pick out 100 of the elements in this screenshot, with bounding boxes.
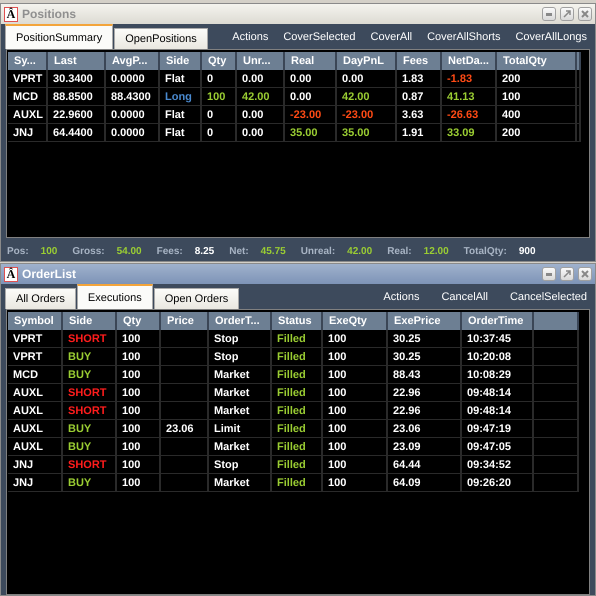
table-cell: Stop <box>208 456 271 474</box>
summary-label: Pos: <box>7 246 29 256</box>
table-cell: 100 <box>116 384 160 402</box>
column-header[interactable]: Side <box>62 312 116 330</box>
window-title: Positions <box>22 7 78 21</box>
table-cell: VPRT <box>8 348 62 366</box>
table-cell: 23.06 <box>160 420 208 438</box>
column-header[interactable]: Price <box>160 312 208 330</box>
column-header[interactable]: Sy... <box>8 52 47 70</box>
toolbar-button[interactable]: CancelAll <box>441 290 488 302</box>
column-header[interactable]: Symbol <box>8 312 62 330</box>
table-cell: 100 <box>322 438 387 456</box>
table-cell: 100 <box>116 366 160 384</box>
tab[interactable]: All Orders <box>5 288 76 309</box>
table-cell: SHORT <box>62 456 116 474</box>
table-cell: AUXL <box>8 438 62 456</box>
table-cell: Flat <box>159 70 201 88</box>
maximize-button[interactable] <box>560 267 574 281</box>
table-cell: 100 <box>322 330 387 348</box>
table-cell: 100 <box>201 88 236 106</box>
table-cell: 33.09 <box>441 124 496 142</box>
table-cell: 64.44 <box>387 456 461 474</box>
table-cell: Flat <box>159 106 201 124</box>
toolbar-button[interactable]: Actions <box>232 30 268 42</box>
close-icon <box>579 268 591 280</box>
table-cell: Filled <box>271 330 322 348</box>
tab[interactable]: Executions <box>76 284 153 309</box>
table-cell: 100 <box>322 366 387 384</box>
table-cell: 09:47:19 <box>461 420 533 438</box>
table-cell: 42.00 <box>336 88 396 106</box>
column-header[interactable]: OrderTime <box>461 312 533 330</box>
table-cell: 0.87 <box>396 88 441 106</box>
table-cell: 22.96 <box>387 384 461 402</box>
table-cell: 100 <box>322 348 387 366</box>
toolbar-button[interactable]: CoverAll <box>370 30 412 42</box>
tab[interactable]: OpenPositions <box>114 28 208 49</box>
tab[interactable]: PositionSummary <box>5 24 114 49</box>
toolbar-button[interactable]: CoverAllShorts <box>427 30 500 42</box>
column-header[interactable]: NetDa... <box>441 52 496 70</box>
table-cell: 30.3400 <box>47 70 105 88</box>
table-cell: BUY <box>62 366 116 384</box>
summary-value: 42.00 <box>347 246 372 256</box>
column-header[interactable]: Unr... <box>236 52 284 70</box>
column-header[interactable]: Status <box>271 312 322 330</box>
summary-label: TotalQty: <box>464 246 507 256</box>
column-header[interactable]: ExeQty <box>322 312 387 330</box>
table-cell: Long <box>159 88 201 106</box>
summary-label: Fees: <box>156 246 183 256</box>
app-logo-icon: Â <box>4 266 18 282</box>
tab[interactable]: Open Orders <box>154 288 240 309</box>
column-header[interactable]: TotalQty <box>496 52 576 70</box>
table-cell: 3.63 <box>396 106 441 124</box>
close-button[interactable] <box>578 267 592 281</box>
table-cell: 0.0000 <box>105 106 159 124</box>
table-cell: 100 <box>116 330 160 348</box>
app-logo-icon: Â <box>4 6 18 22</box>
table-cell: 100 <box>116 456 160 474</box>
table-cell: 100 <box>322 402 387 420</box>
column-header[interactable]: ExePrice <box>387 312 461 330</box>
table-cell: 0.0000 <box>105 70 159 88</box>
toolbar-button[interactable]: Actions <box>383 290 420 302</box>
minimize-button[interactable] <box>542 267 556 281</box>
summary-value: 8.25 <box>194 246 214 256</box>
toolbar-button[interactable]: CancelSelected <box>510 290 587 302</box>
column-header[interactable]: Real <box>284 52 336 70</box>
column-header[interactable]: Fees <box>396 52 441 70</box>
maximize-button[interactable] <box>560 7 574 21</box>
toolbar-button[interactable]: CoverSelected <box>283 30 356 42</box>
table-cell: 23.09 <box>387 438 461 456</box>
table-cell: Filled <box>271 474 322 492</box>
table-cell: Filled <box>271 438 322 456</box>
table-cell: 200 <box>496 124 576 142</box>
table-cell: Flat <box>159 124 201 142</box>
maximize-icon <box>561 268 573 280</box>
minimize-button[interactable] <box>542 7 556 21</box>
table-cell: 0.00 <box>236 124 284 142</box>
table-cell: 1.91 <box>396 124 441 142</box>
column-header[interactable]: Last <box>47 52 105 70</box>
close-button[interactable] <box>578 7 592 21</box>
table-cell: 100 <box>116 402 160 420</box>
table-cell: BUY <box>62 420 116 438</box>
table-cell: 0.00 <box>284 88 336 106</box>
table-cell: AUXL <box>8 106 47 124</box>
table-cell: 100 <box>322 456 387 474</box>
toolbar-button[interactable]: CoverAllLongs <box>515 30 587 42</box>
column-header[interactable]: Qty <box>201 52 236 70</box>
table-cell: Filled <box>271 348 322 366</box>
table-cell: 30.25 <box>387 348 461 366</box>
table-cell: 400 <box>496 106 576 124</box>
column-header[interactable]: DayPnL <box>336 52 396 70</box>
column-header[interactable]: Side <box>159 52 201 70</box>
table-cell: 88.43 <box>387 366 461 384</box>
table-cell: 88.4300 <box>105 88 159 106</box>
column-header[interactable]: Qty <box>116 312 160 330</box>
table-cell: Market <box>208 402 271 420</box>
table-cell: Filled <box>271 366 322 384</box>
column-header[interactable]: AvgP... <box>105 52 159 70</box>
table-cell: Stop <box>208 348 271 366</box>
column-header[interactable]: OrderT... <box>208 312 271 330</box>
table-cell: 22.9600 <box>47 106 105 124</box>
